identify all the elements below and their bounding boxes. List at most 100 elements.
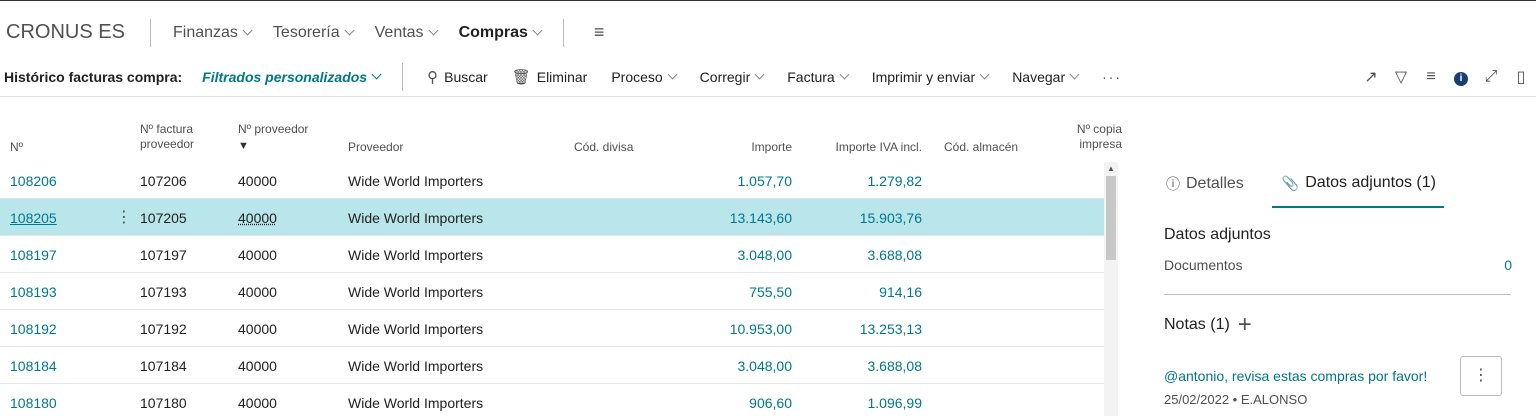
print-send-menu[interactable]: Imprimir y enviar (871, 68, 990, 85)
nav-compras[interactable]: Compras (458, 23, 543, 42)
vendor-no: 40000 (238, 284, 277, 300)
note-meta: 25/02/2022 • E.ALONSO (1164, 392, 1308, 407)
col-vendor-no-label: Nº proveedor (238, 122, 309, 136)
notes-title: Notas (1) (1164, 316, 1230, 333)
nav-divider (562, 18, 564, 47)
table-row[interactable]: 108197 107197 40000 Wide World Importers… (0, 236, 1104, 273)
nav-compras-label: Compras (458, 23, 528, 41)
delete-button[interactable]: 🗑 Eliminar (512, 68, 588, 86)
table-row[interactable]: 108180 107180 40000 Wide World Importers… (0, 384, 1104, 416)
vendor-no: 40000 (238, 395, 277, 411)
filter-icon[interactable]: ▽ (1386, 67, 1416, 87)
col-no[interactable]: Nº (10, 140, 23, 155)
invoice-no-link[interactable]: 108180 (10, 395, 57, 411)
table-row[interactable]: 108184 107184 40000 Wide World Importers… (0, 347, 1104, 384)
tab-attachments-label: Datos adjuntos (1) (1305, 174, 1436, 191)
nav-tesoreria-label: Tesorería (272, 23, 340, 41)
vertical-scrollbar[interactable]: ▲ (1104, 162, 1118, 416)
nav-tesoreria[interactable]: Tesorería (272, 23, 355, 42)
amount: 13.143,60 (729, 210, 792, 226)
vendor-name: Wide World Importers (348, 284, 484, 300)
documents-label: Documentos (1164, 257, 1243, 273)
amount: 3.048,00 (737, 247, 793, 263)
col-amount-vat[interactable]: Importe IVA incl. (812, 140, 922, 155)
invoice-no-link[interactable]: 108206 (10, 173, 57, 189)
correct-menu[interactable]: Corregir (699, 68, 765, 85)
scroll-up-icon[interactable]: ▲ (1107, 164, 1115, 173)
vendor-invoice-no: 107206 (140, 173, 187, 189)
chevron-down-icon (667, 69, 678, 80)
col-vendor[interactable]: Proveedor (348, 140, 403, 155)
vendor-no: 40000 (238, 321, 277, 337)
table-row[interactable]: 108193 107193 40000 Wide World Importers… (0, 273, 1104, 310)
note-text-link[interactable]: @antonio, revisa estas compras por favor… (1164, 368, 1427, 384)
navigate-label: Navegar (1012, 68, 1066, 85)
nav-ventas[interactable]: Ventas (375, 24, 439, 42)
navigate-menu[interactable]: Navegar (1012, 68, 1080, 85)
chevron-down-icon (1069, 69, 1080, 80)
hamburger-icon[interactable]: ≡ (594, 22, 605, 43)
top-navigation: CRONUS ES Finanzas Tesorería Ventas Comp… (0, 0, 1536, 64)
invoice-no-link[interactable]: 108193 (10, 284, 57, 300)
paperclip-icon: 📎 (1281, 174, 1300, 191)
tab-attachments[interactable]: 📎 Datos adjuntos (1) (1271, 166, 1444, 208)
documents-count-link[interactable]: 0 (1504, 257, 1512, 273)
list-view-icon[interactable]: ≡ (1416, 68, 1446, 86)
actions: ⚲ Buscar 🗑 Eliminar Proceso Corregir Factu… (427, 68, 1122, 86)
vendor-no: 40000 (238, 247, 277, 263)
nav-finanzas-label: Finanzas (173, 23, 238, 41)
action-bar: Histórico facturas compra: Filtrados per… (0, 57, 1536, 97)
vendor-name: Wide World Importers (348, 395, 484, 411)
process-menu[interactable]: Proceso (611, 68, 678, 85)
col-copies[interactable]: Nº copia impresa (1050, 122, 1122, 152)
col-vendor-invoice[interactable]: Nº factura proveedor (140, 122, 194, 152)
scrollbar-thumb[interactable] (1106, 176, 1116, 260)
search-button[interactable]: ⚲ Buscar (427, 68, 488, 86)
tab-details[interactable]: ⓘ Detalles (1166, 166, 1244, 208)
note-menu-button[interactable]: ⋮ (1460, 356, 1502, 396)
table-row[interactable]: 108206 107206 40000 Wide World Importers… (0, 162, 1104, 199)
info-icon[interactable]: i (1446, 68, 1476, 86)
share-icon[interactable]: ↗ (1356, 67, 1386, 87)
company-name[interactable]: CRONUS ES (0, 21, 150, 44)
table-row[interactable]: 108192 107192 40000 Wide World Importers… (0, 310, 1104, 347)
vendor-invoice-no: 107184 (140, 358, 187, 374)
chevron-down-icon (428, 25, 439, 36)
view-selector[interactable]: Filtrados personalizados (202, 69, 382, 85)
print-label: Imprimir y enviar (871, 68, 976, 85)
invoice-menu[interactable]: Factura (787, 69, 850, 85)
row-menu-icon[interactable]: ⋮ (116, 207, 132, 227)
invoice-no-link[interactable]: 108205 (10, 210, 57, 226)
col-vendor-no[interactable]: Nº proveedor ▼ (238, 122, 308, 154)
invoice-no-link[interactable]: 108197 (10, 247, 57, 263)
amount-vat: 1.096,99 (867, 395, 923, 411)
invoice-no-link[interactable]: 108192 (10, 321, 57, 337)
more-options-icon[interactable]: ··· (1102, 69, 1122, 85)
table-row-selected[interactable]: 108205 ⋮ 107205 40000 Wide World Importe… (0, 199, 1104, 236)
toolbar-divider (402, 62, 404, 91)
invoice-no-link[interactable]: 108184 (10, 358, 57, 374)
vendor-name: Wide World Importers (348, 173, 484, 189)
documents-row: Documentos 0 (1164, 257, 1512, 273)
col-copies-line1: Nº copia (1076, 122, 1122, 136)
correct-label: Corregir (699, 68, 751, 85)
add-note-icon[interactable]: + (1238, 313, 1252, 337)
tab-details-label: Detalles (1186, 175, 1244, 192)
vendor-no[interactable]: 40000 (238, 210, 277, 226)
chevron-down-icon (242, 25, 253, 36)
process-label: Proceso (611, 68, 663, 85)
col-amount[interactable]: Importe (700, 140, 792, 155)
nav-finanzas[interactable]: Finanzas (173, 23, 253, 42)
vendor-invoice-no: 107180 (140, 395, 187, 411)
col-currency[interactable]: Cód. divisa (574, 140, 633, 155)
bookmark-icon[interactable]: ▯ (1506, 67, 1536, 87)
search-icon: ⚲ (427, 68, 439, 86)
table-header: Nº Nº factura proveedor Nº proveedor ▼ P… (0, 110, 1122, 160)
expand-icon[interactable]: ⤢ (1476, 68, 1506, 86)
col-location[interactable]: Cód. almacén (944, 140, 1018, 155)
col-vendor-invoice-line2: proveedor (140, 137, 195, 151)
amount-vat: 1.279,82 (867, 173, 923, 189)
role-center-menu: Finanzas Tesorería Ventas Compras ≡ (151, 18, 605, 47)
chevron-down-icon (532, 25, 543, 36)
vendor-name: Wide World Importers (348, 321, 484, 337)
